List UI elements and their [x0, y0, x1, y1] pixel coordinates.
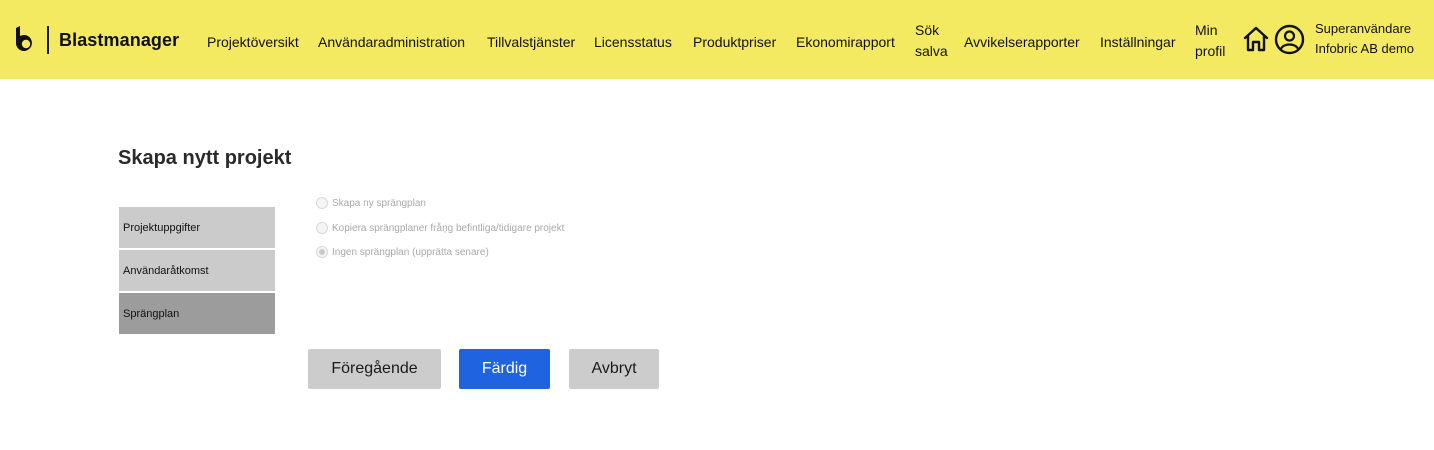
nav-label: Användaradministration [318, 34, 466, 50]
step-label: Användaråtkomst [123, 264, 209, 277]
nav-licensstatus[interactable]: Licensstatus [594, 32, 672, 53]
previous-button[interactable]: Föregående [308, 349, 441, 389]
brand-name: Blastmanager [59, 29, 180, 50]
blastmanager-logo-icon [16, 26, 32, 51]
nav-sok-salva[interactable]: Sök salva [915, 20, 948, 62]
step-sprangplan[interactable]: Sprängplan [119, 293, 275, 334]
nav-label-line-2: profil [1195, 43, 1226, 59]
option-kopiera-sprangplaner[interactable]: Kopiera sprängplaner fråņg befintliga/ti… [316, 221, 564, 235]
brand[interactable]: Blastmanager [14, 26, 179, 54]
top-header: Blastmanager Projektöversikt Användaradm… [0, 0, 1434, 79]
user-role: Superanvändare [1315, 21, 1412, 36]
nav-label: Tillvalstjänster [487, 34, 576, 50]
option-skapa-ny-sprangplan[interactable]: Skapa ny sprängplan [316, 196, 426, 210]
nav-label: Ekonomirapport [796, 34, 895, 50]
user-avatar-icon[interactable] [1274, 24, 1305, 55]
nav-label: Inställningar [1100, 34, 1176, 50]
nav-projektoversikt[interactable]: Projektöversikt [207, 32, 299, 53]
nav-label: Produktpriser [693, 34, 777, 50]
nav-label-line-2: salva [915, 43, 948, 59]
nav-min-profil[interactable]: Min profil [1195, 20, 1225, 62]
nav-tillvalstjanster[interactable]: Tillvalstjänster [487, 32, 575, 53]
home-icon[interactable] [1242, 25, 1270, 53]
step-anvandaratkomst[interactable]: Användaråtkomst [119, 250, 275, 291]
cancel-button[interactable]: Avbryt [569, 349, 659, 389]
brand-divider [47, 26, 49, 54]
radio-button[interactable] [316, 222, 328, 234]
nav-label-line-1: Sök [915, 22, 940, 38]
nav-label: Avvikelserapporter [964, 34, 1080, 50]
radio-button-checked[interactable] [316, 246, 328, 258]
nav-avvikelserapporter[interactable]: Avvikelserapporter [964, 32, 1080, 53]
option-label: Ingen sprängplan (upprätta senare) [332, 246, 489, 258]
nav-produktpriser[interactable]: Produktpriser [693, 32, 776, 53]
user-company: Infobric AB demo [1315, 41, 1414, 56]
step-projektuppgifter[interactable]: Projektuppgifter [119, 207, 275, 248]
option-ingen-sprangplan[interactable]: Ingen sprängplan (upprätta senare) [316, 245, 489, 259]
nav-label: Licensstatus [594, 34, 672, 50]
user-info[interactable]: Superanvändare Infobric AB demo [1315, 19, 1414, 59]
option-label: Skapa ny sprängplan [332, 197, 426, 209]
nav-label-line-1: Min [1195, 22, 1218, 38]
radio-button[interactable] [316, 197, 328, 209]
step-label: Projektuppgifter [123, 221, 201, 234]
step-label: Sprängplan [123, 307, 180, 320]
nav-ekonomirapport[interactable]: Ekonomirapport [796, 32, 895, 53]
done-button[interactable]: Färdig [459, 349, 550, 389]
option-label: Kopiera sprängplaner fråņg befintliga/ti… [332, 222, 565, 234]
nav-label: Projektöversikt [207, 34, 299, 50]
nav-anvandaradministration[interactable]: Användaradministration [318, 32, 465, 53]
nav-installningar[interactable]: Inställningar [1100, 32, 1176, 53]
page-title: Skapa nytt projekt [118, 147, 292, 169]
